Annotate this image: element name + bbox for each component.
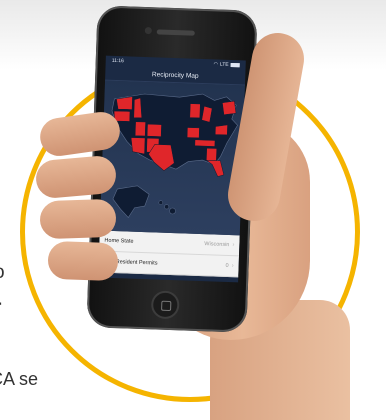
status-time: 11:16 [112,58,124,64]
row-label: Home State [104,238,133,245]
finger [39,199,116,240]
non-resident-permits-row[interactable]: Non-Resident Permits 0 › [98,252,239,278]
alaska-shape [112,185,149,218]
tennessee-state [195,140,215,147]
missouri-state [187,128,199,138]
utah-state [135,122,145,136]
colorado-state [147,124,161,136]
home-button[interactable] [151,290,180,319]
northeast-states [222,101,236,115]
battery-icon [231,63,240,67]
front-camera-icon [145,27,152,34]
wisconsin-state [190,104,200,118]
reciprocity-map[interactable] [100,81,245,236]
georgia-state [206,148,216,160]
virginia-state [215,124,227,134]
cropped-text-line: CA se [0,369,38,390]
finger [47,241,118,281]
chevron-right-icon: › [232,242,234,248]
row-value: Wisconsin [204,241,229,248]
hawaii-islands [158,201,175,215]
chevron-right-icon: › [232,263,234,269]
settings-list: Home State Wisconsin › Non-Resident Perm… [98,231,239,278]
home-square-icon [161,301,171,311]
arizona-state [131,138,146,154]
network-label: LTE [220,62,229,68]
wifi-icon: ◠ [213,61,218,67]
cropped-text-line: o [0,262,5,284]
screen-title: Reciprocity Map [152,71,199,80]
row-value: 0 [225,263,228,269]
earpiece-speaker [157,29,195,35]
us-map-graphic [100,81,245,236]
phone-screen: 11:16 ◠ LTE Reciprocity Map [98,56,246,283]
cropped-text-line: r [0,297,1,319]
